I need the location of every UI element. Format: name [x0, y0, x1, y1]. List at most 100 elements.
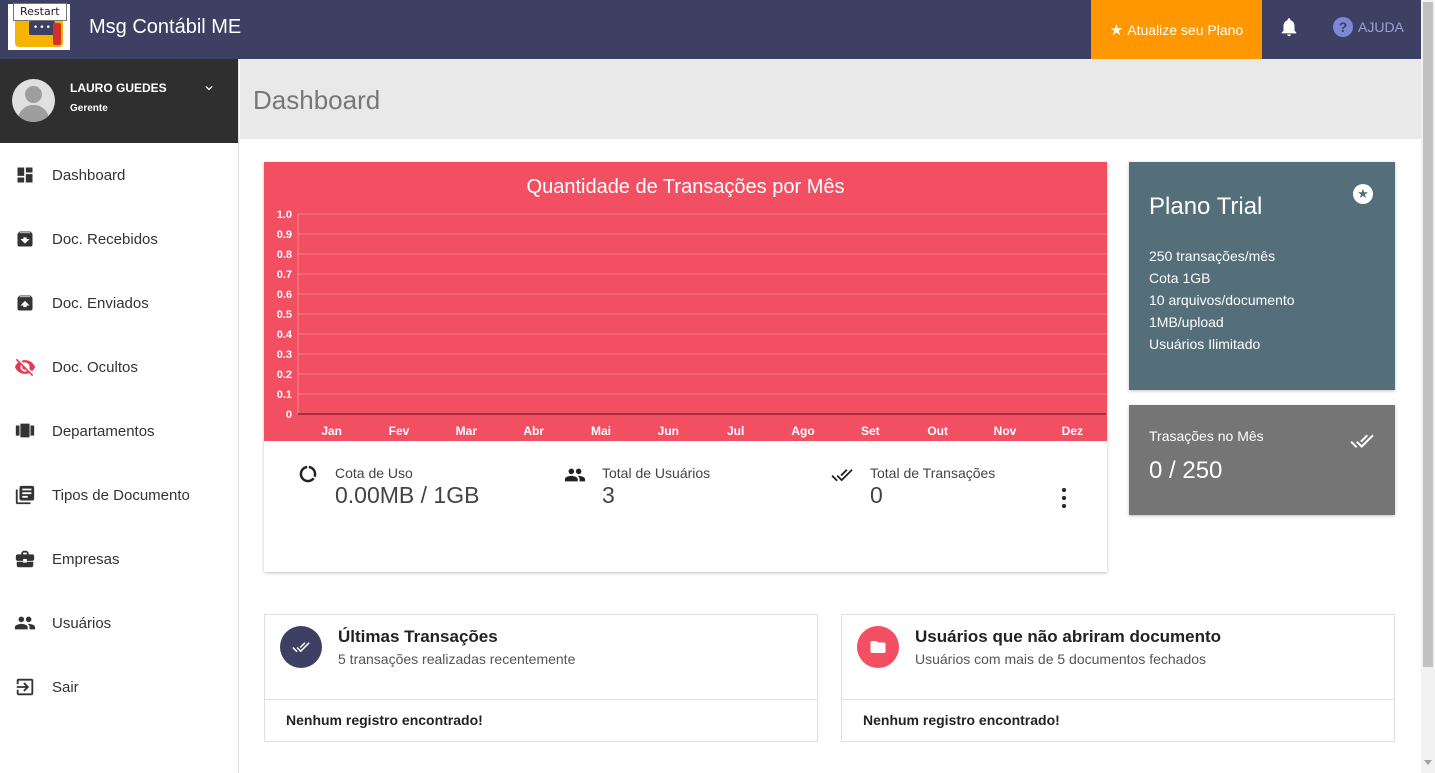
x-tick-label: Abr	[523, 424, 544, 438]
chevron-down-icon[interactable]	[202, 81, 216, 98]
restart-tooltip: Restart	[13, 3, 67, 21]
panel-subtitle: 5 transações realizadas recentemente	[338, 651, 576, 667]
x-tick-label: Dez	[1062, 424, 1083, 438]
inbox-upload-icon	[14, 292, 36, 314]
briefcase-icon	[14, 548, 36, 570]
sidebar-item-label: Doc. Recebidos	[52, 230, 158, 248]
sidebar-item-label: Tipos de Documento	[52, 486, 190, 504]
x-tick-label: Ago	[791, 424, 814, 438]
data-point[interactable]	[734, 413, 737, 415]
x-tick-label: Jan	[321, 424, 342, 438]
quota-label: Cota de Uso	[335, 465, 413, 481]
plan-feature: 10 arquivos/documento	[1149, 292, 1295, 308]
sidebar-item-sair[interactable]: Sair	[0, 667, 238, 707]
done-all-icon	[1349, 429, 1375, 458]
plan-feature: 250 transações/mês	[1149, 248, 1276, 264]
y-tick-label: 0.2	[277, 369, 292, 381]
sidebar-item-departamentos[interactable]: Departamentos	[0, 411, 238, 451]
user-panel[interactable]: LAURO GUEDES Gerente	[0, 59, 238, 143]
view-carousel-icon	[14, 420, 36, 442]
recent-transactions-panel: Últimas Transações 5 transações realizad…	[264, 614, 818, 742]
data-point[interactable]	[330, 413, 333, 415]
plan-title: Plano Trial	[1149, 193, 1263, 220]
sidebar-item-label: Departamentos	[52, 422, 155, 440]
upgrade-plan-button[interactable]: ★ Atualize seu Plano	[1091, 0, 1262, 59]
scrollbar-thumb[interactable]	[1423, 2, 1433, 667]
data-point[interactable]	[936, 413, 939, 415]
quota-value: 0.00MB / 1GB	[335, 482, 480, 508]
data-point[interactable]	[398, 413, 400, 415]
help-button[interactable]: ? AJUDA	[1333, 17, 1404, 37]
y-tick-label: 0	[286, 409, 292, 421]
unopened-documents-panel: Usuários que não abriram documento Usuár…	[841, 614, 1395, 742]
sidebar-item-empresas[interactable]: Empresas	[0, 539, 238, 579]
sidebar-item-label: Empresas	[52, 550, 120, 568]
plan-feature: Usuários Ilimitado	[1149, 336, 1261, 352]
x-tick-label: Mar	[456, 424, 478, 438]
sidebar-item-label: Doc. Ocultos	[52, 358, 138, 376]
empty-message: Nenhum registro encontrado!	[863, 712, 1060, 728]
transactions-chart: 1.0 0.9 0.8 0.7 0.6 0.5 0.4 0.3 0.2 0.1 0 Jan Fev Mar…	[277, 209, 1106, 438]
divider	[842, 699, 1394, 700]
sidebar-item-tipos-documento[interactable]: Tipos de Documento	[0, 475, 238, 515]
app-title: Msg Contábil ME	[89, 16, 242, 38]
data-point[interactable]	[1004, 413, 1006, 415]
y-tick-label: 0.1	[277, 389, 292, 401]
scroll-down-arrow-icon[interactable]	[1424, 760, 1432, 765]
data-point[interactable]	[802, 413, 804, 415]
sidebar-item-label: Dashboard	[52, 166, 126, 184]
done-all-icon	[280, 626, 322, 668]
x-tick-label: Nov	[994, 424, 1017, 438]
logo-icon: •••	[15, 17, 63, 47]
panel-title: Últimas Transações	[338, 627, 498, 646]
star-icon: ★	[1353, 184, 1373, 204]
data-point[interactable]	[869, 413, 872, 415]
data-point[interactable]	[667, 413, 670, 415]
avatar	[12, 79, 55, 122]
y-tick-label: 0.7	[277, 269, 292, 281]
data-point[interactable]	[1071, 413, 1074, 415]
x-tick-label: Out	[927, 424, 948, 438]
folder-icon	[857, 626, 899, 668]
plan-feature: 1MB/upload	[1149, 314, 1224, 330]
people-icon	[564, 464, 586, 491]
page-scrollbar[interactable]	[1421, 0, 1435, 773]
upgrade-plan-label: Atualize seu Plano	[1127, 21, 1244, 38]
donut-icon	[298, 464, 318, 489]
chart-card: 1.0 0.9 0.8 0.7 0.6 0.5 0.4 0.3 0.2 0.1 0 Jan Fev Mar…	[264, 162, 1107, 572]
users-value: 3	[602, 482, 615, 508]
people-icon	[14, 612, 36, 634]
x-tick-label: Mai	[591, 424, 611, 438]
chart-title: Quantidade de Transações por Mês	[526, 176, 845, 198]
sidebar-item-dashboard[interactable]: Dashboard	[0, 155, 238, 195]
y-tick-label: 0.8	[277, 249, 292, 261]
y-tick-label: 0.4	[277, 329, 293, 341]
star-icon: ★	[1109, 21, 1124, 39]
dashboard-icon	[14, 164, 36, 186]
empty-message: Nenhum registro encontrado!	[286, 712, 483, 728]
data-point[interactable]	[465, 413, 468, 415]
x-tick-label: Set	[861, 424, 880, 438]
sidebar-item-label: Doc. Enviados	[52, 294, 149, 312]
x-tick-label: Jun	[658, 424, 679, 438]
library-books-icon	[14, 484, 36, 506]
done-all-icon	[830, 464, 854, 491]
monthly-transactions-label: Trasações no Mês	[1149, 428, 1264, 444]
monthly-transactions-card: Trasações no Mês 0 / 250	[1129, 405, 1395, 515]
sidebar-item-label: Sair	[52, 678, 79, 696]
inbox-download-icon	[14, 228, 36, 250]
exit-icon	[14, 676, 36, 698]
data-point[interactable]	[532, 413, 535, 415]
transactions-value: 0	[870, 482, 883, 508]
y-tick-label: 0.3	[277, 349, 292, 361]
sidebar: LAURO GUEDES Gerente Dashboard Doc. Rece…	[0, 59, 239, 773]
y-tick-label: 0.5	[277, 309, 292, 321]
sidebar-item-doc-enviados[interactable]: Doc. Enviados	[0, 283, 238, 323]
sidebar-item-doc-ocultos[interactable]: Doc. Ocultos	[0, 347, 238, 387]
sidebar-item-usuarios[interactable]: Usuários	[0, 603, 238, 643]
more-vert-icon[interactable]	[1059, 488, 1069, 508]
data-point[interactable]	[600, 413, 602, 415]
y-tick-label: 1.0	[277, 209, 292, 221]
sidebar-item-doc-recebidos[interactable]: Doc. Recebidos	[0, 219, 238, 259]
bell-icon[interactable]	[1278, 15, 1300, 39]
